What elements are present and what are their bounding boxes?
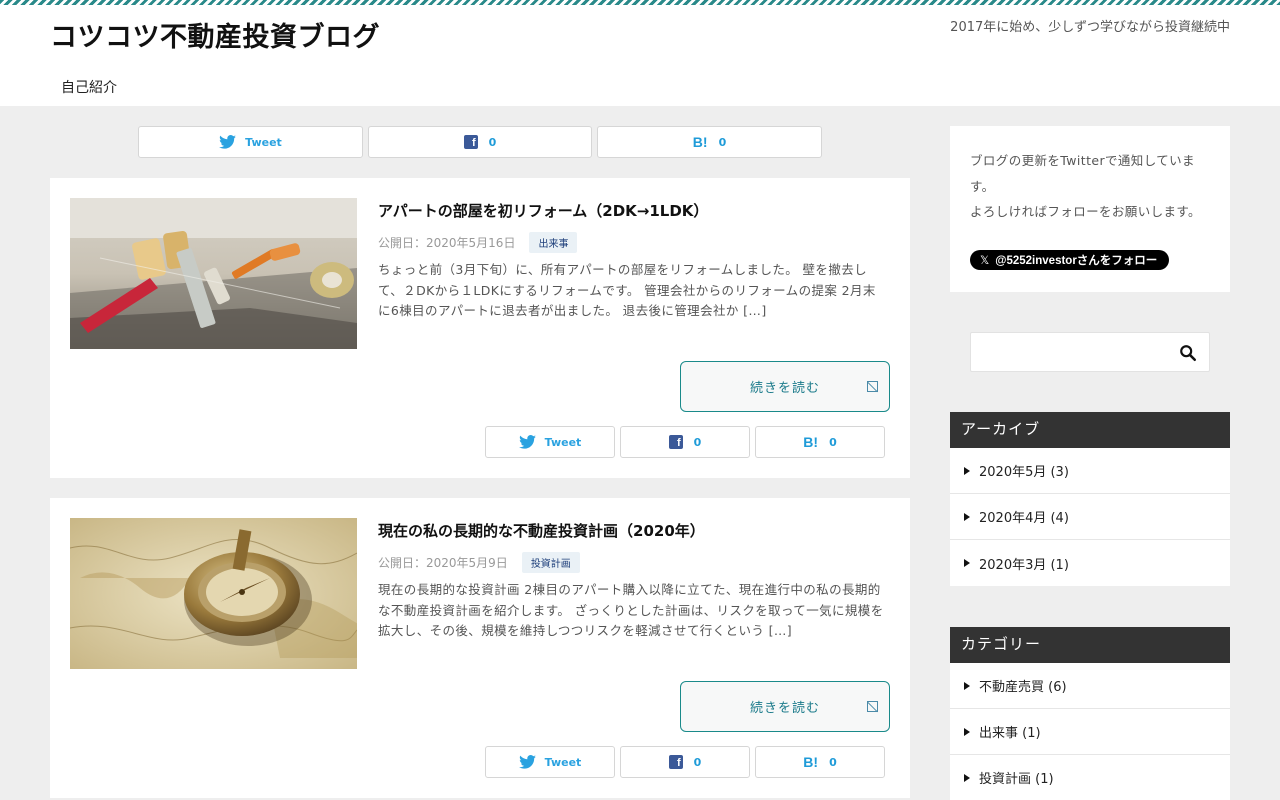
- hatena-bookmark-button[interactable]: B! 0: [597, 126, 822, 158]
- x-logo-icon: 𝕏: [980, 255, 990, 267]
- facebook-count: 0: [693, 435, 702, 449]
- hatena-count: 0: [829, 755, 837, 769]
- post-excerpt: ちょっと前（3月下旬）に、所有アパートの部屋をリフォームしました。 壁を撤去して…: [378, 262, 876, 319]
- site-tagline: 2017年に始め、少しずつ学びながら投資継続中: [950, 20, 1230, 35]
- twitter-icon: [518, 755, 536, 769]
- triangle-right-icon: [964, 466, 970, 475]
- read-more-label: 続きを読む: [749, 381, 820, 396]
- site-header: コツコツ不動産投資ブログ 2017年に始め、少しずつ学びながら投資継続中 自己紹…: [0, 5, 1280, 106]
- search-icon[interactable]: [1179, 344, 1197, 362]
- archive-title: アーカイブ: [950, 412, 1230, 448]
- hatena-icon: B!: [692, 134, 708, 150]
- site-title[interactable]: コツコツ不動産投資ブログ: [50, 15, 380, 54]
- category-badge[interactable]: 出来事: [529, 231, 578, 253]
- tweet-button[interactable]: Tweet: [138, 126, 363, 158]
- nav-item-profile[interactable]: 自己紹介: [61, 77, 117, 97]
- tweet-button[interactable]: Tweet: [485, 746, 615, 778]
- triangle-right-icon: [964, 559, 970, 567]
- archive-item-label: 2020年4月 (4): [979, 511, 1069, 526]
- triangle-right-icon: [964, 727, 970, 736]
- category-item[interactable]: 投資計画 (1): [950, 755, 1230, 800]
- archive-item-label: 2020年3月 (1): [979, 557, 1069, 573]
- post-card: 現在の私の長期的な不動産投資計画（2020年） 公開日：2020年5月9日 投資…: [50, 498, 910, 798]
- facebook-icon: f: [668, 755, 683, 769]
- facebook-count: 0: [693, 755, 702, 769]
- read-more-button[interactable]: 続きを読む: [680, 681, 890, 732]
- post-meta: 公開日：2020年5月9日 投資計画: [378, 551, 580, 573]
- twitter-widget-text: ブログの更新をTwitterで通知しています。 よろしければフォローをお願いしま…: [970, 153, 1201, 219]
- external-link-icon: [867, 381, 878, 392]
- twitter-icon: [518, 435, 536, 449]
- archive-widget: アーカイブ 2020年5月 (3) 2020年4月 (4) 2020年3月 (1…: [950, 412, 1230, 586]
- read-more-label: 続きを読む: [749, 701, 820, 716]
- hatena-bookmark-button[interactable]: B! 0: [755, 746, 885, 778]
- follow-label: @5252investorさんをフォロー: [995, 255, 1158, 267]
- post-title[interactable]: 現在の私の長期的な不動産投資計画（2020年）: [378, 520, 705, 541]
- external-link-icon: [867, 701, 878, 712]
- post-excerpt: 現在の長期的な投資計画 2棟目のアパート購入以降に立てた、現在進行中の私の長期的…: [378, 582, 884, 639]
- read-more-button[interactable]: 続きを読む: [680, 361, 890, 412]
- compass-on-map-photo-icon: [70, 518, 357, 669]
- triangle-right-icon: [964, 773, 970, 782]
- post-title[interactable]: アパートの部屋を初リフォーム（2DK→1LDK）: [378, 200, 708, 221]
- twitter-follow-button[interactable]: 𝕏 @5252investorさんをフォロー: [970, 250, 1170, 270]
- archive-item[interactable]: 2020年3月 (1): [950, 540, 1230, 586]
- category-item-label: 投資計画 (1): [979, 772, 1054, 787]
- tweet-label: Tweet: [544, 755, 582, 769]
- archive-item[interactable]: 2020年4月 (4): [950, 494, 1230, 540]
- category-item-label: 出来事 (1): [979, 726, 1041, 741]
- tweet-button[interactable]: Tweet: [485, 426, 615, 458]
- archive-item[interactable]: 2020年5月 (3): [950, 448, 1230, 494]
- search-form: [970, 332, 1210, 372]
- hatena-count: 0: [718, 135, 727, 149]
- triangle-right-icon: [964, 681, 970, 690]
- category-item-label: 不動産売買 (6): [979, 680, 1067, 695]
- facebook-count: 0: [488, 135, 497, 149]
- hatena-icon: B!: [803, 754, 819, 770]
- triangle-right-icon: [964, 512, 970, 521]
- category-widget: カテゴリー 不動産売買 (6) 出来事 (1) 投資計画 (1): [950, 627, 1230, 800]
- hatena-count: 0: [829, 435, 837, 449]
- category-badge[interactable]: 投資計画: [521, 551, 580, 573]
- twitter-icon: [219, 135, 237, 149]
- tweet-label: Tweet: [245, 135, 282, 149]
- facebook-share-button[interactable]: f 0: [620, 746, 750, 778]
- post-date: 公開日：2020年5月9日: [378, 555, 508, 570]
- facebook-icon: f: [668, 435, 683, 449]
- renovation-tools-photo-icon: [70, 198, 357, 349]
- category-item[interactable]: 不動産売買 (6): [950, 663, 1230, 709]
- hatena-bookmark-button[interactable]: B! 0: [755, 426, 885, 458]
- search-input[interactable]: [971, 333, 1171, 371]
- hatena-icon: B!: [803, 434, 819, 450]
- tweet-label: Tweet: [544, 435, 582, 449]
- post-thumbnail[interactable]: [70, 518, 357, 669]
- post-date: 公開日：2020年5月16日: [378, 235, 516, 250]
- post-card: アパートの部屋を初リフォーム（2DK→1LDK） 公開日：2020年5月16日 …: [50, 178, 910, 478]
- post-thumbnail[interactable]: [70, 198, 357, 349]
- category-item[interactable]: 出来事 (1): [950, 709, 1230, 755]
- facebook-share-button[interactable]: f 0: [620, 426, 750, 458]
- archive-item-label: 2020年5月 (3): [979, 465, 1069, 480]
- twitter-follow-widget: ブログの更新をTwitterで通知しています。 よろしければフォローをお願いしま…: [950, 126, 1230, 292]
- facebook-share-button[interactable]: f 0: [368, 126, 592, 158]
- facebook-icon: f: [463, 135, 478, 149]
- category-title: カテゴリー: [950, 627, 1230, 663]
- post-meta: 公開日：2020年5月16日 出来事: [378, 231, 578, 253]
